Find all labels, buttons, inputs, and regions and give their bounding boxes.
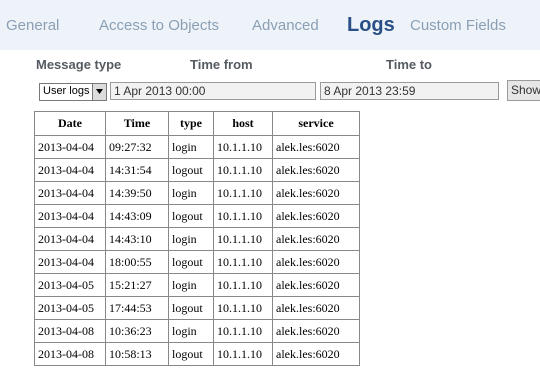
host-cell: 10.1.1.10: [213, 204, 273, 228]
host-cell: 10.1.1.10: [213, 227, 273, 251]
type-cell: logout: [168, 296, 214, 320]
tab-logs[interactable]: Logs: [347, 12, 395, 38]
date-cell: 2013-04-04: [34, 204, 106, 228]
time-cell: 14:39:50: [105, 181, 169, 205]
date-cell: 2013-04-05: [34, 273, 106, 297]
message-type-value: User logs: [43, 85, 90, 97]
host-cell: 10.1.1.10: [213, 342, 273, 366]
time-from-input[interactable]: 1 Apr 2013 00:00: [110, 82, 316, 100]
type-cell: logout: [168, 204, 214, 228]
log-table-body: 2013-04-04 09:27:32 login 10.1.1.10 alek.les…: [34, 135, 360, 366]
host-cell: 10.1.1.10: [213, 296, 273, 320]
time-cell: 14:31:54: [105, 158, 169, 182]
table-header-row: Date Time type host service: [34, 111, 360, 136]
host-cell: 10.1.1.10: [213, 158, 273, 182]
column-header-time: Time: [105, 111, 169, 136]
type-cell: logout: [168, 250, 214, 274]
time-cell: 18:00:55: [105, 250, 169, 274]
table-row: 2013-04-08 10:58:13 logout 10.1.1.10 alek.le…: [34, 342, 360, 366]
tab-advanced[interactable]: Advanced: [252, 12, 319, 40]
time-to-input[interactable]: 8 Apr 2013 23:59: [320, 82, 499, 100]
time-cell: 14:43:09: [105, 204, 169, 228]
table-row: 2013-04-05 17:44:53 logout 10.1.1.10 alek.le…: [34, 296, 360, 320]
date-cell: 2013-04-08: [34, 319, 106, 343]
host-cell: 10.1.1.10: [213, 273, 273, 297]
table-row: 2013-04-08 10:36:23 login 10.1.1.10 alek.les…: [34, 319, 360, 343]
date-cell: 2013-04-05: [34, 296, 106, 320]
log-table: Date Time type host service 2013-04-04 09…: [34, 111, 360, 366]
type-cell: logout: [168, 158, 214, 182]
type-cell: logout: [168, 342, 214, 366]
service-cell: alek.les:6020: [272, 158, 360, 182]
time-cell: 10:58:13: [105, 342, 169, 366]
table-row: 2013-04-04 14:43:09 logout 10.1.1.10 alek.le…: [34, 204, 360, 228]
date-cell: 2013-04-04: [34, 158, 106, 182]
service-cell: alek.les:6020: [272, 319, 360, 343]
date-cell: 2013-04-04: [34, 135, 106, 159]
type-cell: login: [168, 227, 214, 251]
table-row: 2013-04-04 18:00:55 logout 10.1.1.10 alek.le…: [34, 250, 360, 274]
host-cell: 10.1.1.10: [213, 319, 273, 343]
time-to-label: Time to: [386, 57, 432, 72]
type-cell: login: [168, 181, 214, 205]
date-cell: 2013-04-04: [34, 250, 106, 274]
type-cell: login: [168, 135, 214, 159]
message-type-label: Message type: [36, 57, 122, 72]
time-cell: 10:36:23: [105, 319, 169, 343]
type-cell: login: [168, 273, 214, 297]
service-cell: alek.les:6020: [272, 135, 360, 159]
service-cell: alek.les:6020: [272, 227, 360, 251]
column-header-host: host: [213, 111, 273, 136]
host-cell: 10.1.1.10: [213, 135, 273, 159]
table-row: 2013-04-04 14:43:10 login 10.1.1.10 alek.les…: [34, 227, 360, 251]
chevron-down-icon[interactable]: [92, 84, 106, 100]
service-cell: alek.les:6020: [272, 273, 360, 297]
date-cell: 2013-04-04: [34, 181, 106, 205]
show-button[interactable]: Show: [507, 80, 540, 101]
date-cell: 2013-04-04: [34, 227, 106, 251]
column-header-type: type: [168, 111, 214, 136]
service-cell: alek.les:6020: [272, 181, 360, 205]
table-row: 2013-04-05 15:21:27 login 10.1.1.10 alek.les…: [34, 273, 360, 297]
column-header-service: service: [272, 111, 360, 136]
time-cell: 17:44:53: [105, 296, 169, 320]
time-cell: 15:21:27: [105, 273, 169, 297]
table-row: 2013-04-04 14:31:54 logout 10.1.1.10 alek.le…: [34, 158, 360, 182]
tab-access-to-objects[interactable]: Access to Objects: [99, 12, 219, 40]
table-row: 2013-04-04 09:27:32 login 10.1.1.10 alek.les…: [34, 135, 360, 159]
time-cell: 14:43:10: [105, 227, 169, 251]
date-cell: 2013-04-08: [34, 342, 106, 366]
service-cell: alek.les:6020: [272, 296, 360, 320]
tab-general[interactable]: General: [6, 12, 59, 40]
type-cell: login: [168, 319, 214, 343]
message-type-select[interactable]: User logs: [39, 83, 107, 101]
table-row: 2013-04-04 14:39:50 login 10.1.1.10 alek.les…: [34, 181, 360, 205]
service-cell: alek.les:6020: [272, 204, 360, 228]
service-cell: alek.les:6020: [272, 250, 360, 274]
tab-custom-fields[interactable]: Custom Fields: [410, 12, 506, 40]
host-cell: 10.1.1.10: [213, 181, 273, 205]
time-cell: 09:27:32: [105, 135, 169, 159]
service-cell: alek.les:6020: [272, 342, 360, 366]
host-cell: 10.1.1.10: [213, 250, 273, 274]
time-from-label: Time from: [190, 57, 253, 72]
column-header-date: Date: [34, 111, 106, 136]
